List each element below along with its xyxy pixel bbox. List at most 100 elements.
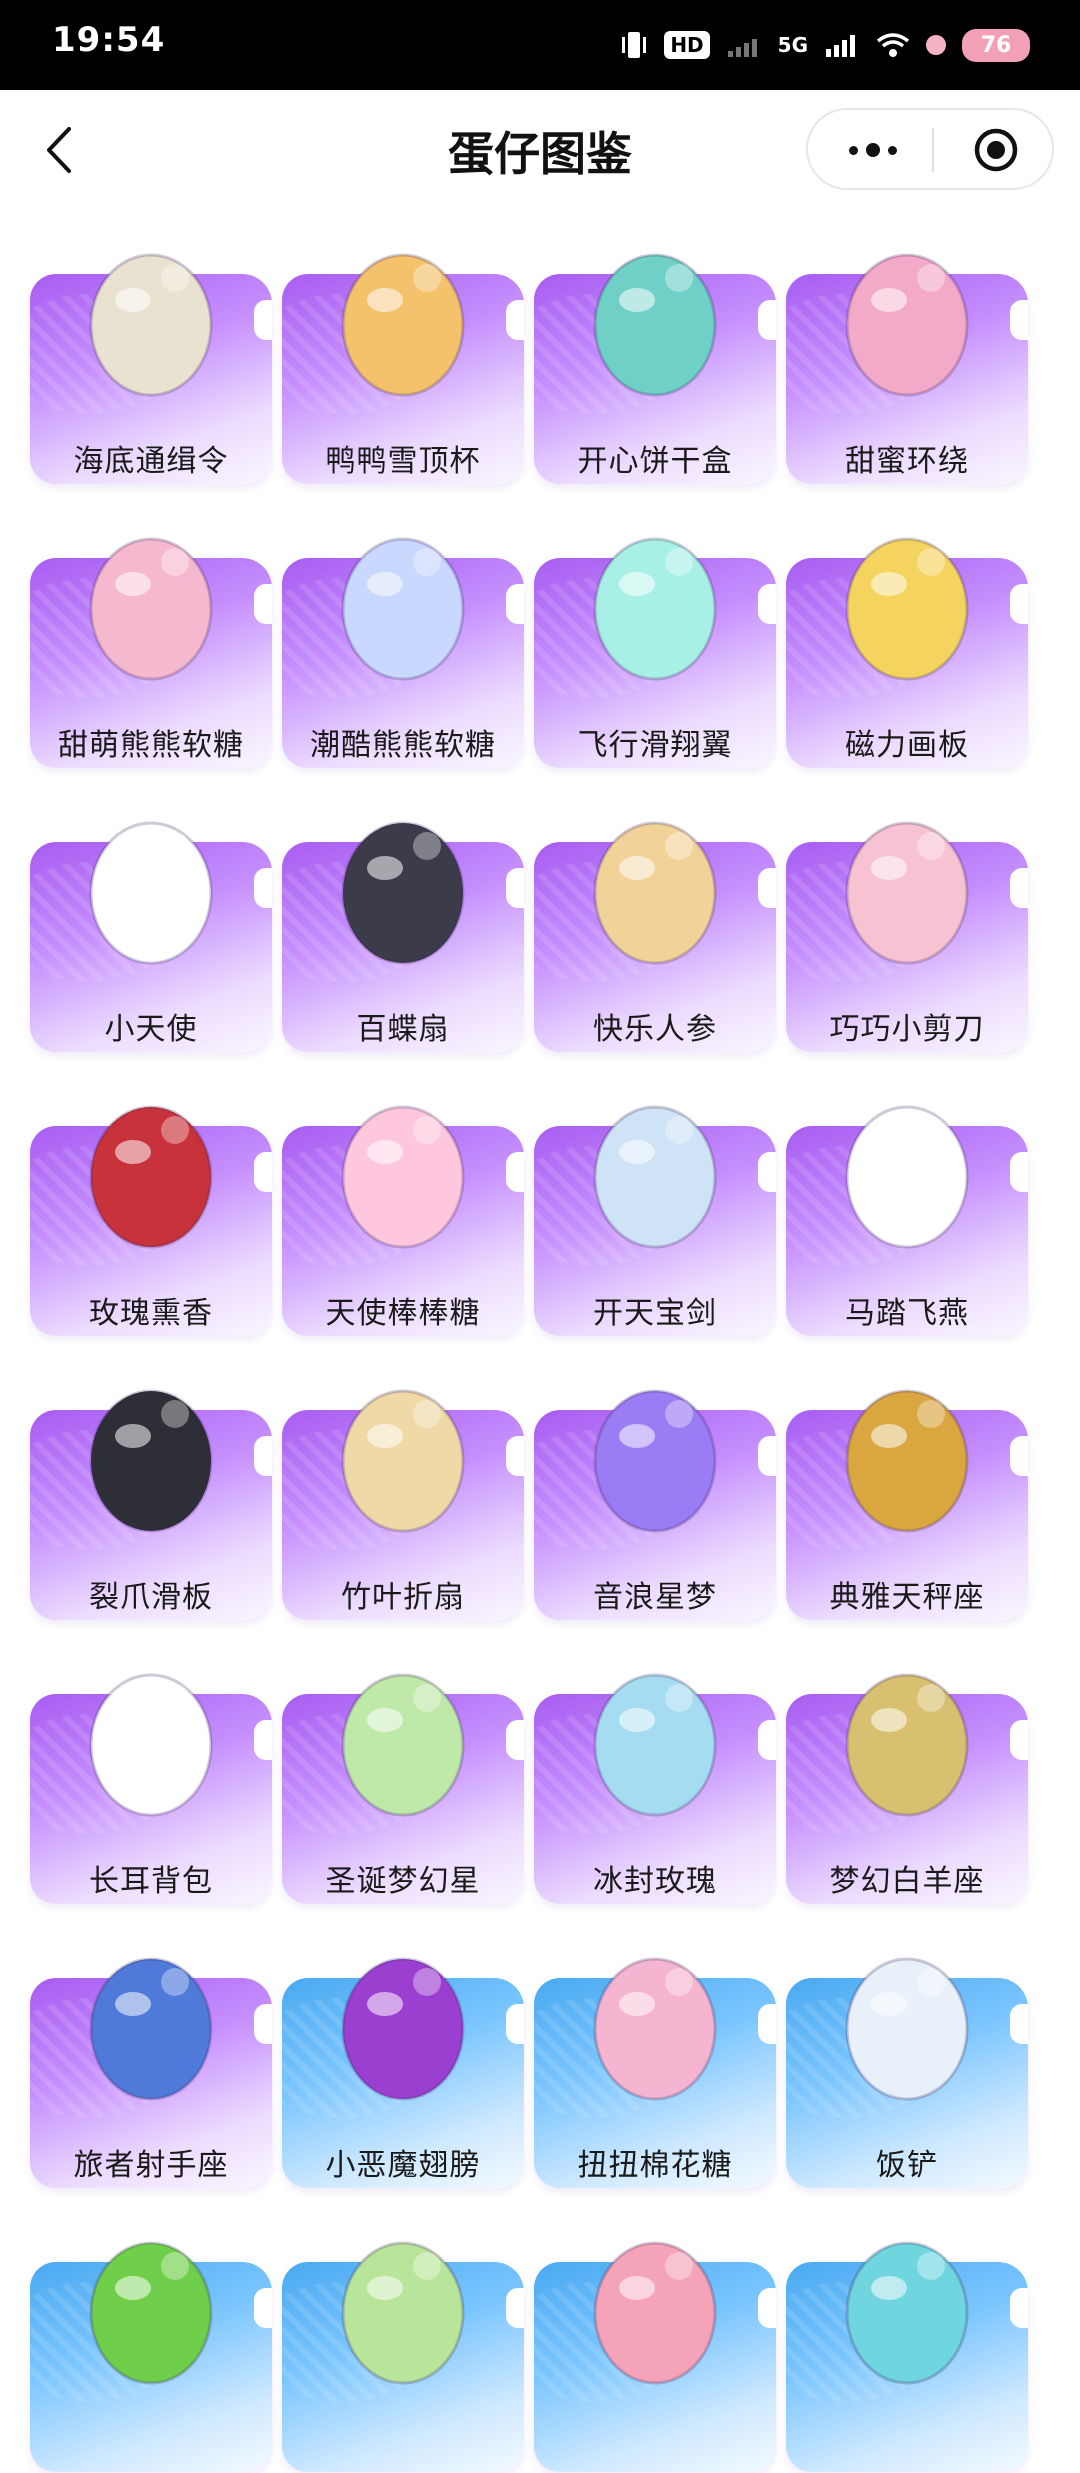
signal-weak-icon [727, 39, 757, 57]
battery-level: 76 [962, 28, 1030, 62]
cool-bear-gummy-icon [341, 537, 465, 681]
item-name: 饭铲 [876, 2148, 938, 2183]
item-name: 甜蜜环绕 [845, 444, 969, 479]
status-icons: HD 5G 76 [620, 18, 1030, 72]
item-card[interactable]: 快乐人参 [534, 788, 776, 1053]
item-card[interactable]: 冰封玫瑰 [534, 1640, 776, 1905]
target-close-icon [974, 128, 1018, 172]
close-miniapp-button[interactable] [954, 124, 1038, 176]
item-card[interactable] [786, 2208, 1028, 2473]
leek-icon [341, 2241, 465, 2385]
item-card[interactable]: 开心饼干盒 [534, 220, 776, 485]
status-time: 19:54 [52, 20, 166, 60]
item-card[interactable]: 磁力画板 [786, 504, 1028, 769]
candy-wreath-icon [845, 253, 969, 397]
item-card[interactable]: 长耳背包 [30, 1640, 272, 1905]
pink-bear-gummy-icon [89, 537, 213, 681]
item-name: 小天使 [104, 1012, 198, 1047]
skateboard-icon [89, 1389, 213, 1533]
item-card[interactable]: 小恶魔翅膀 [282, 1924, 524, 2189]
item-card[interactable]: 海底通缉令 [30, 220, 272, 485]
item-card[interactable]: 飞行滑翔翼 [534, 504, 776, 769]
network-type: 5G [777, 33, 808, 57]
item-name: 开天宝剑 [593, 1296, 717, 1331]
ginseng-icon [593, 821, 717, 965]
item-name: 竹叶折扇 [341, 1580, 465, 1615]
item-card[interactable]: 鸭鸭雪顶杯 [282, 220, 524, 485]
item-card[interactable]: 裂爪滑板 [30, 1356, 272, 1621]
item-card[interactable]: 玫瑰熏香 [30, 1072, 272, 1337]
item-card[interactable]: 圣诞梦幻星 [282, 1640, 524, 1905]
item-name: 甜萌熊熊软糖 [58, 728, 244, 763]
twisted-marshmallow-icon [593, 1957, 717, 2101]
status-bar: 19:54 HD 5G 76 [0, 0, 1080, 90]
item-name: 海底通缉令 [73, 444, 229, 479]
drawing-board-icon [845, 537, 969, 681]
star-dream-wings-icon [593, 1389, 717, 1533]
item-card[interactable]: 竹叶折扇 [282, 1356, 524, 1621]
more-button[interactable] [828, 124, 918, 176]
capsule-divider [932, 128, 934, 172]
cactus-pot-icon [89, 2241, 213, 2385]
miniapp-capsule [806, 108, 1054, 190]
item-name: 小恶魔翅膀 [325, 2148, 481, 2183]
angel-wings-icon [89, 821, 213, 965]
item-card[interactable]: 百蝶扇 [282, 788, 524, 1053]
item-name: 巧巧小剪刀 [829, 1012, 985, 1047]
item-card[interactable]: 甜蜜环绕 [786, 220, 1028, 485]
item-name: 典雅天秤座 [829, 1580, 985, 1615]
sword-icon [593, 1105, 717, 1249]
more-dot-icon [888, 145, 897, 155]
sand-bucket-icon [845, 2241, 969, 2385]
item-card[interactable]: 旅者射手座 [30, 1924, 272, 2189]
item-card[interactable]: 潮酷熊熊软糖 [282, 504, 524, 769]
flying-horse-icon [845, 1105, 969, 1249]
hd-badge: HD [664, 31, 710, 59]
item-card[interactable]: 开天宝剑 [534, 1072, 776, 1337]
syringe-icon [593, 2241, 717, 2385]
item-card[interactable]: 音浪星梦 [534, 1356, 776, 1621]
bamboo-fan-icon [341, 1389, 465, 1533]
item-card[interactable] [30, 2208, 272, 2473]
item-name: 潮酷熊熊软糖 [310, 728, 496, 763]
item-card[interactable]: 扭扭棉花糖 [534, 1924, 776, 2189]
item-name: 马踏飞燕 [845, 1296, 969, 1331]
item-card[interactable]: 饭铲 [786, 1924, 1028, 2189]
devil-wings-icon [341, 1957, 465, 2101]
vibrate-icon [622, 32, 647, 58]
item-name: 旅者射手座 [73, 2148, 229, 2183]
scissors-icon [845, 821, 969, 965]
butterfly-fan-icon [341, 821, 465, 965]
bunny-backpack-icon [89, 1673, 213, 1817]
item-card[interactable]: 巧巧小剪刀 [786, 788, 1028, 1053]
item-card[interactable]: 甜萌熊熊软糖 [30, 504, 272, 769]
item-card[interactable]: 马踏飞燕 [786, 1072, 1028, 1337]
item-name: 长耳背包 [89, 1864, 213, 1899]
wifi-icon [876, 33, 910, 57]
item-name: 冰封玫瑰 [593, 1864, 717, 1899]
item-name: 扭扭棉花糖 [577, 2148, 733, 2183]
item-name: 鸭鸭雪顶杯 [325, 444, 481, 479]
item-name: 玫瑰熏香 [89, 1296, 213, 1331]
frozen-rose-icon [593, 1673, 717, 1817]
sagittarius-bow-icon [89, 1957, 213, 2101]
item-card[interactable]: 典雅天秤座 [786, 1356, 1028, 1621]
item-name: 天使棒棒糖 [325, 1296, 481, 1331]
nav-bar: 蛋仔图鉴 [0, 90, 1080, 210]
duck-ice-cream-cup-icon [341, 253, 465, 397]
item-name: 音浪星梦 [593, 1580, 717, 1615]
item-name: 梦幻白羊座 [829, 1864, 985, 1899]
christmas-star-bottle-icon [341, 1673, 465, 1817]
item-name: 圣诞梦幻星 [325, 1864, 481, 1899]
item-card[interactable]: 小天使 [30, 788, 272, 1053]
notification-dot-icon [926, 35, 946, 55]
item-card[interactable]: 梦幻白羊座 [786, 1640, 1028, 1905]
item-card[interactable] [534, 2208, 776, 2473]
glider-wings-icon [593, 537, 717, 681]
angel-lollipop-icon [341, 1105, 465, 1249]
item-name: 飞行滑翔翼 [577, 728, 733, 763]
item-name: 磁力画板 [845, 728, 969, 763]
item-card[interactable] [282, 2208, 524, 2473]
item-card[interactable]: 天使棒棒糖 [282, 1072, 524, 1337]
more-dot-icon [849, 145, 858, 155]
